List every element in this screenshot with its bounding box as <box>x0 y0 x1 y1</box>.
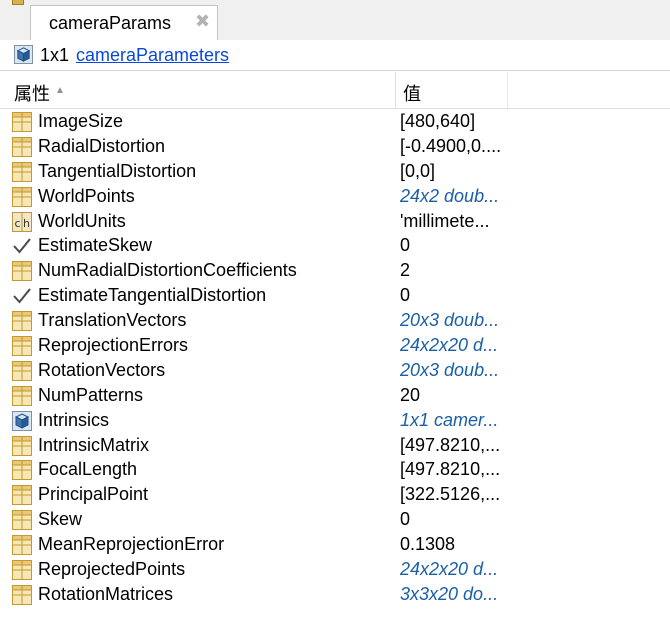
property-value: [322.5126,... <box>400 484 501 505</box>
svg-text:h: h <box>23 217 30 230</box>
property-value-link[interactable]: 24x2 doub... <box>400 186 499 207</box>
matrix-icon <box>12 385 32 406</box>
property-row[interactable]: PrincipalPoint [322.5126,... <box>0 483 670 508</box>
property-row[interactable]: EstimateTangentialDistortion 0 <box>0 284 670 309</box>
property-value: 0 <box>400 285 411 306</box>
checkmark-icon <box>12 236 32 256</box>
property-list: ImageSize [480,640] RadialDistortion [-0.49… <box>0 110 670 608</box>
property-name: TranslationVectors <box>38 310 187 331</box>
property-name: RotationVectors <box>38 359 166 380</box>
property-name: IntrinsicMatrix <box>38 434 150 455</box>
matrix-icon <box>12 161 32 182</box>
property-row[interactable]: EstimateSkew 0 <box>0 234 670 259</box>
property-name: RotationMatrices <box>38 583 174 604</box>
property-name: FocalLength <box>38 459 138 480</box>
property-name: NumRadialDistortionCoefficients <box>38 260 297 281</box>
tab-label: cameraParams <box>49 13 172 33</box>
property-row[interactable]: WorldPoints 24x2 doub... <box>0 185 670 210</box>
property-name: ReprojectionErrors <box>38 335 189 356</box>
property-name: WorldPoints <box>38 185 135 206</box>
property-row[interactable]: TangentialDistortion [0,0] <box>0 160 670 185</box>
property-row[interactable]: MeanReprojectionError 0.1308 <box>0 533 670 558</box>
property-row[interactable]: NumRadialDistortionCoefficients 2 <box>0 259 670 284</box>
property-row[interactable]: IntrinsicMatrix [497.8210,... <box>0 434 670 459</box>
property-value: [497.8210,... <box>400 434 501 455</box>
property-name: PrincipalPoint <box>38 484 149 505</box>
property-row[interactable]: RotationMatrices 3x3x20 do... <box>0 583 670 608</box>
matrix-icon <box>12 186 32 207</box>
matrix-icon <box>12 435 32 456</box>
char-icon: ch <box>12 211 32 232</box>
property-value: 2 <box>400 260 411 281</box>
variable-info-bar: 1x1 cameraParameters <box>0 40 670 71</box>
matrix-icon <box>12 112 32 132</box>
property-name: ReprojectedPoints <box>38 559 186 580</box>
property-name: RadialDistortion <box>38 135 166 156</box>
property-row[interactable]: Skew 0 <box>0 508 670 533</box>
object-icon <box>12 410 32 431</box>
tab-cameraparams[interactable]: cameraParams ✖ <box>30 5 218 40</box>
matrix-icon <box>12 510 32 531</box>
property-row[interactable]: ImageSize [480,640] <box>0 110 670 135</box>
matrix-icon <box>12 336 32 357</box>
table-header: 属性 ▲ 值 <box>0 72 670 109</box>
property-name: WorldUnits <box>38 210 126 231</box>
property-row[interactable]: FocalLength [497.8210,... <box>0 458 670 483</box>
matrix-icon <box>12 535 32 556</box>
property-value: [480,640] <box>400 111 476 131</box>
matrix-icon <box>12 261 32 282</box>
property-value: 20 <box>400 384 421 405</box>
matrix-icon <box>12 460 32 481</box>
class-name-link[interactable]: cameraParameters <box>76 45 229 66</box>
property-name: ImageSize <box>38 111 124 131</box>
tab-strip: cameraParams ✖ <box>0 0 670 41</box>
property-value-link[interactable]: 24x2x20 d... <box>400 335 498 356</box>
property-name: MeanReprojectionError <box>38 534 225 555</box>
property-row[interactable]: ReprojectedPoints 24x2x20 d... <box>0 558 670 583</box>
object-icon <box>14 45 33 64</box>
property-name: NumPatterns <box>38 384 144 405</box>
property-value: 0.1308 <box>400 534 456 555</box>
property-value-link[interactable]: 20x3 doub... <box>400 360 499 381</box>
property-value-link[interactable]: 3x3x20 do... <box>400 584 498 605</box>
property-value-link[interactable]: 1x1 camer... <box>400 410 498 431</box>
property-row[interactable]: RadialDistortion [-0.4900,0.... <box>0 135 670 160</box>
property-value-link[interactable]: 24x2x20 d... <box>400 559 498 580</box>
property-value-link[interactable]: 20x3 doub... <box>400 310 499 331</box>
matrix-icon <box>12 584 32 605</box>
property-row[interactable]: NumPatterns 20 <box>0 384 670 409</box>
property-row[interactable]: Intrinsics 1x1 camer... <box>0 409 670 434</box>
svg-text:c: c <box>15 217 21 230</box>
matrix-icon <box>12 311 32 332</box>
property-name: EstimateTangentialDistortion <box>38 285 267 306</box>
sort-ascending-icon: ▲ <box>55 85 65 96</box>
property-value: [0,0] <box>400 160 436 181</box>
property-value: 0 <box>400 235 411 256</box>
column-header-value[interactable]: 值 <box>396 72 508 108</box>
property-value: [497.8210,... <box>400 459 501 480</box>
property-row[interactable]: TranslationVectors 20x3 doub... <box>0 309 670 334</box>
matrix-icon <box>12 136 32 157</box>
column-header-property[interactable]: 属性 ▲ <box>0 72 396 108</box>
property-name: Skew <box>38 509 83 530</box>
variable-size: 1x1 <box>40 45 70 65</box>
property-name: Intrinsics <box>38 409 110 430</box>
matrix-icon <box>12 360 32 381</box>
property-name: EstimateSkew <box>38 235 153 256</box>
matrix-icon <box>12 485 32 506</box>
column-header-property-label: 属性 <box>14 84 50 104</box>
matrix-icon <box>12 560 32 581</box>
property-row[interactable]: RotationVectors 20x3 doub... <box>0 359 670 384</box>
property-name: TangentialDistortion <box>38 160 197 181</box>
column-header-value-label: 值 <box>403 84 421 104</box>
checkmark-icon <box>12 286 32 306</box>
property-row[interactable]: ReprojectionErrors 24x2x20 d... <box>0 334 670 359</box>
folder-icon <box>12 0 24 5</box>
property-value: [-0.4900,0.... <box>400 135 502 156</box>
property-value: 0 <box>400 509 411 530</box>
property-value: 'millimete... <box>400 210 490 231</box>
close-icon[interactable]: ✖ <box>195 11 210 32</box>
property-row[interactable]: c h WorldUnits 'millimete... <box>0 210 670 235</box>
